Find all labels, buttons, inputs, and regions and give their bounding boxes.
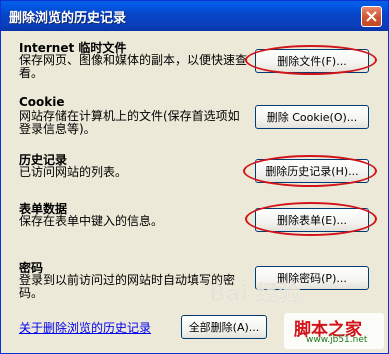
title-bar[interactable]: 删除浏览的历史记录 bbox=[1, 1, 388, 31]
delete-forms-button[interactable]: 删除表单(E)... bbox=[255, 208, 369, 232]
delete-history-dialog: 删除浏览的历史记录 Internet 临时文件 保存网页、图像和媒体的副本，以便… bbox=[0, 0, 389, 354]
section-description: 登录到以前访问过的网站时自动填写的密码。 bbox=[19, 273, 236, 300]
close-icon bbox=[366, 11, 377, 22]
delete-passwords-button[interactable]: 删除密码(P)... bbox=[255, 266, 369, 290]
section-description: 保存网页、图像和媒体的副本，以便快速查看。 bbox=[19, 53, 248, 80]
window-title: 删除浏览的历史记录 bbox=[9, 11, 127, 26]
delete-all-button[interactable]: 全部删除(A)... bbox=[181, 315, 267, 339]
delete-history-button[interactable]: 删除历史记录(H)... bbox=[255, 159, 369, 183]
about-delete-history-link[interactable]: 关于删除浏览的历史记录 bbox=[19, 319, 151, 336]
section-description: 网站存储在计算机上的文件(保存首选项如登录信息等)。 bbox=[19, 109, 240, 136]
delete-files-button[interactable]: 删除文件(F)... bbox=[255, 49, 369, 73]
section-description: 保存在表单中键入的信息。 bbox=[19, 214, 164, 228]
jb51-logo: 脚本之家 www.jb51.net bbox=[284, 313, 384, 349]
section-description: 已访问网站的列表。 bbox=[19, 165, 128, 179]
section-heading: Cookie bbox=[19, 95, 65, 109]
brand-url: www.jb51.net bbox=[306, 335, 368, 345]
delete-cookie-button[interactable]: 删除 Cookie(O)... bbox=[255, 105, 369, 129]
close-button[interactable] bbox=[361, 6, 382, 27]
